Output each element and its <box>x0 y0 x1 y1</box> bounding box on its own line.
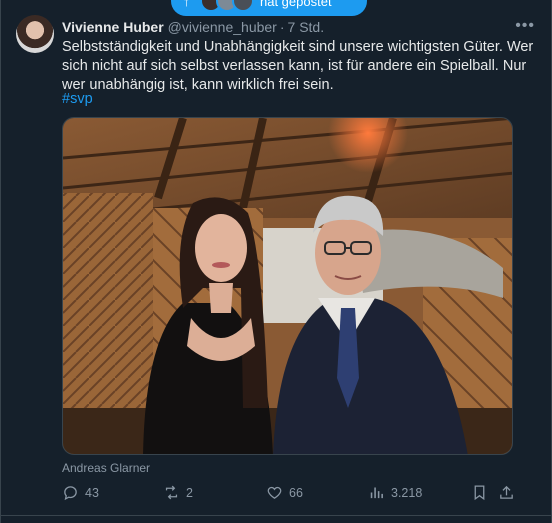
timestamp[interactable]: 7 Std. <box>288 19 325 35</box>
heart-icon <box>267 486 282 499</box>
more-icon[interactable]: ••• <box>515 17 535 35</box>
arrow-up-icon: ↑ <box>183 0 190 9</box>
tweet-actions: 43 2 66 3.218 <box>62 484 517 504</box>
hashtag-link[interactable]: #svp <box>62 91 93 107</box>
bookmark-icon <box>474 485 485 501</box>
avatar[interactable] <box>16 15 54 53</box>
reposted-label: hat gepostet <box>260 0 332 9</box>
like-button[interactable]: 66 <box>266 484 303 501</box>
reply-count: 43 <box>85 485 99 500</box>
photo-image <box>63 118 512 454</box>
posters-avatars <box>200 0 254 12</box>
bookmark-button[interactable] <box>471 484 488 501</box>
tweet-header: Vivienne Huber @vivienne_huber · 7 Std. … <box>62 17 535 37</box>
views-count: 3.218 <box>391 485 423 500</box>
share-button[interactable] <box>498 484 515 501</box>
repost-button[interactable]: 2 <box>163 484 193 501</box>
poster-avatar <box>232 0 254 12</box>
author-name[interactable]: Vivienne Huber <box>62 19 164 35</box>
views-button[interactable]: 3.218 <box>368 484 422 501</box>
divider <box>1 515 551 516</box>
reply-icon <box>64 486 77 501</box>
tweet-text: Selbstständigkeit und Unabhängigkeit sin… <box>62 39 534 93</box>
views-icon <box>370 487 383 499</box>
repost-count: 2 <box>186 485 193 500</box>
like-count: 66 <box>289 485 303 500</box>
author-handle[interactable]: @vivienne_huber <box>168 19 277 35</box>
repost-icon <box>165 485 178 500</box>
tweet-photo[interactable] <box>62 117 513 455</box>
share-icon <box>500 485 513 499</box>
media-credit[interactable]: Andreas Glarner <box>62 461 150 475</box>
separator: · <box>279 19 285 35</box>
tweet-card[interactable]: ↑ hat gepostet Vivienne Huber @vivienne_… <box>0 0 552 523</box>
new-posts-pill[interactable]: ↑ hat gepostet <box>171 0 367 16</box>
reply-button[interactable]: 43 <box>62 484 99 501</box>
